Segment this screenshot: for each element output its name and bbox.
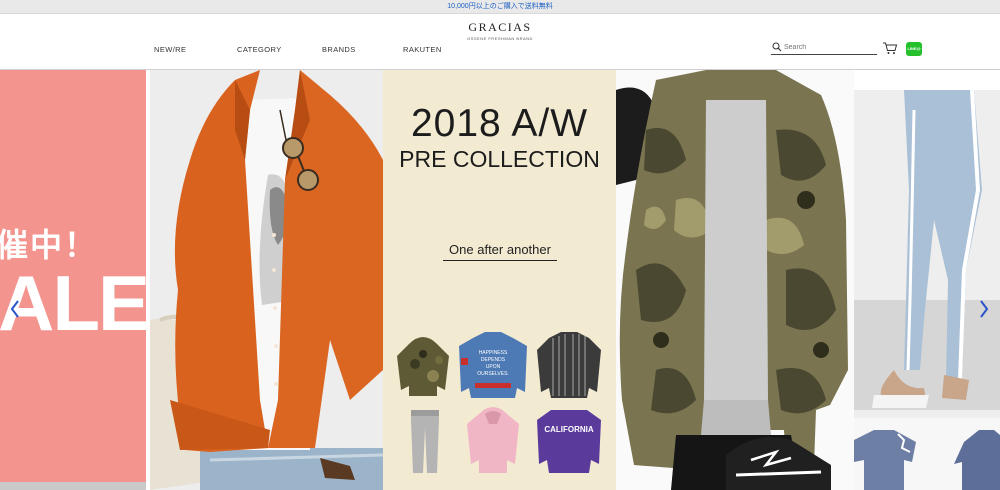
- logo-text: GRACIAS: [468, 20, 532, 34]
- search-icon[interactable]: [772, 42, 782, 52]
- slide-camo-jacket[interactable]: [616, 70, 854, 490]
- grey-sweatpants-icon: [411, 410, 439, 473]
- joggers-image: [854, 70, 1000, 490]
- nav-item-brands[interactable]: BRANDS: [322, 45, 356, 54]
- site-header: GRACIAS OSSENE FRESHMAN BRAND NEW/RE CAT…: [0, 14, 1000, 70]
- nav-item-rakuten[interactable]: RAKUTEN: [403, 45, 442, 54]
- print-california: CALIFORNIA: [544, 425, 594, 434]
- chevron-right-icon[interactable]: [978, 299, 990, 319]
- line-label: LINE@: [907, 46, 921, 51]
- denim-jacket-icon: HAPPINESS DEPENDS UPON OURSELVES.: [459, 332, 527, 398]
- logo[interactable]: GRACIAS OSSENE FRESHMAN BRAND: [0, 20, 1000, 41]
- collection-subtitle: PRE COLLECTION: [399, 146, 600, 172]
- search-box: [771, 40, 877, 55]
- sale-text-big: ALE: [0, 259, 146, 347]
- cart-icon[interactable]: [882, 41, 898, 55]
- chevron-left-icon[interactable]: [9, 299, 21, 319]
- striped-shirt-icon: [537, 332, 601, 398]
- camo-jacket-image: [616, 70, 854, 490]
- nav-item-new-re[interactable]: NEW/RE: [154, 45, 186, 54]
- print-ourselves: OURSELVES.: [477, 371, 509, 377]
- slide-collection[interactable]: 2018 A/W PRE COLLECTION One after anothe…: [383, 70, 616, 490]
- slide-orange-shirt[interactable]: [150, 70, 383, 490]
- slide-joggers[interactable]: [854, 70, 1000, 490]
- announcement-text: 10,000円以上のご購入で送料無料: [447, 3, 553, 10]
- collection-title: 2018 A/W: [410, 102, 589, 145]
- nav-item-category[interactable]: CATEGORY: [237, 45, 282, 54]
- hero-carousel: 催中！ ALE 2018 A/W PRE COLLECTION One afte…: [0, 70, 1000, 490]
- camo-hoodie-icon: [397, 337, 449, 396]
- print-happiness: HAPPINESS: [479, 350, 508, 356]
- pink-hoodie-icon: [467, 407, 519, 473]
- slide-sale[interactable]: 催中！ ALE: [0, 70, 146, 490]
- search-input[interactable]: [784, 41, 874, 53]
- collection-items-image: HAPPINESS DEPENDS UPON OURSELVES. CALIFO…: [397, 332, 601, 473]
- purple-sweatshirt-icon: CALIFORNIA: [537, 410, 601, 473]
- line-icon[interactable]: LINE@: [906, 42, 922, 56]
- orange-shirt-image: [150, 70, 383, 490]
- announcement-bar: 10,000円以上のご購入で送料無料: [0, 0, 1000, 14]
- print-depends: DEPENDS: [481, 357, 506, 363]
- collection-tagline[interactable]: One after another: [443, 242, 557, 261]
- sale-footer-strip: [0, 482, 146, 490]
- print-upon: UPON: [486, 364, 501, 370]
